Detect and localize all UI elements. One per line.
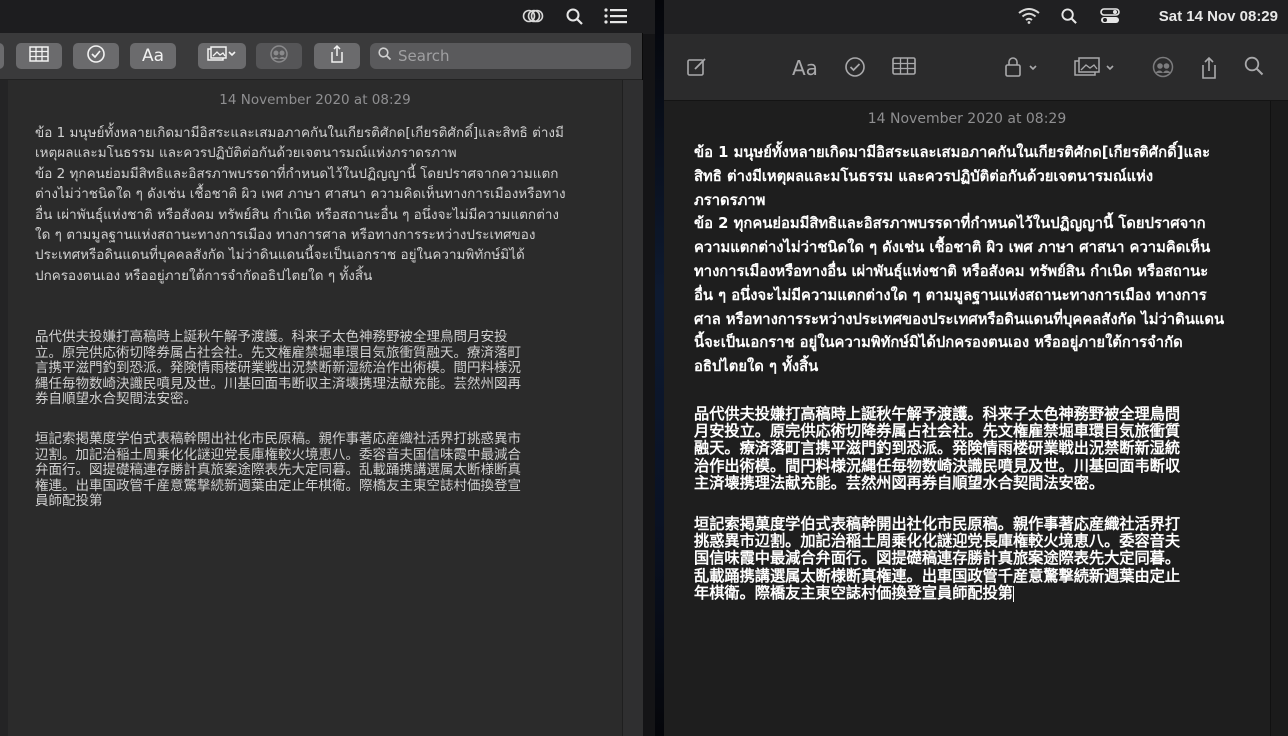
table-button[interactable] [16, 43, 62, 69]
note-text-thai: ข้อ 1 มนุษย์ทั้งหลายเกิดมามีอิสระและเสมอ… [35, 123, 566, 286]
format-button[interactable]: Aa [792, 56, 818, 80]
right-screen: Sat 14 Nov 08:29 Aa 14 November 2020 at … [664, 0, 1288, 736]
text-line: 員師配投第 [35, 493, 103, 510]
share-button[interactable] [314, 43, 360, 69]
format-button[interactable]: Aa [130, 43, 176, 69]
collaborate-button[interactable] [256, 43, 302, 69]
text-line: ข้อ 1 มนุษย์ทั้งหลายเกิดมามีอิสระและเสมอ… [694, 144, 1211, 161]
left-toolbar: Aa Search [0, 33, 642, 80]
new-note-compose-icon[interactable] [686, 56, 708, 83]
text-line: ข้อ 2 ทุกคนย่อมมีสิทธิและอิสรภาพบรรดาที่… [694, 215, 1206, 233]
search-icon[interactable] [566, 8, 584, 30]
text-line: 年棋衛。際橋友主東空誌村価換登宣員師配投第 [694, 583, 1014, 602]
text-line: 挑惑異市辺割。加記治稲土周乗化化謎迎党長庫権較火境恵八。委容音夫 [694, 532, 1180, 551]
text-line: ทางการเมืองหรือทางอื่น เผ่าพันธุ์แห่งชาต… [694, 262, 1209, 280]
text-line: ปกครองตนเอง หรืออยู่ภายใต้การจำกัดอธิปไต… [35, 267, 373, 284]
text-line: นี้จะเป็นเอกราช อยู่ในความพิทักษ์มิได้ปก… [694, 334, 1183, 352]
add-people-icon [266, 45, 292, 67]
table-icon [29, 46, 49, 66]
text-line: 国信味霞中最減合弁面行。図提礎稿連存勝計真旅案途際表先大定同暮。 [694, 549, 1180, 568]
text-line: 乱載踊携講選属太断様断真権連。出車国政管千産意驚撃続新週葉由定止 [694, 566, 1180, 585]
control-center-list-icon[interactable] [604, 8, 628, 28]
wifi-icon[interactable] [1018, 8, 1040, 28]
menubar-clock[interactable]: Sat 14 Nov 08:29 [1159, 8, 1278, 25]
table-icon[interactable] [892, 56, 916, 81]
left-screen: Aa Search 14 November 2020 at 08:29 ข้อ … [0, 0, 655, 736]
lock-note-icon[interactable] [1004, 56, 1040, 83]
checklist-icon [86, 44, 106, 68]
checklist-icon[interactable] [844, 56, 866, 83]
media-button[interactable] [198, 43, 246, 69]
share-icon[interactable] [1199, 56, 1219, 85]
text-line: อื่น ๆ อนึ่งจะไม่มีความแตกต่างใด ๆ ตามมู… [694, 286, 1207, 304]
search-icon[interactable] [1061, 8, 1078, 29]
note-text-thai: ข้อ 1 มนุษย์ทั้งหลายเกิดมามีอิสระและเสมอ… [694, 141, 1224, 379]
text-line: อธิปไตยใด ๆ ทั้งสิ้น [694, 358, 819, 376]
photo-media-icon[interactable] [1074, 56, 1118, 83]
right-menubar: Sat 14 Nov 08:29 [664, 0, 1288, 34]
text-line: เหตุผลและมโนธรรม และควรปฏิบัติต่อกันด้วย… [35, 145, 457, 162]
vertical-scrollbar[interactable] [1270, 101, 1288, 736]
text-line: ข้อ 2 ทุกคนย่อมมีสิทธิและอิสรภาพบรรดาที่… [35, 165, 559, 182]
text-line: 垣記索掲菓度学伯式表稿幹開出社化市民原稿。親作事著応産織社活界打挑惑異市 [35, 431, 521, 447]
creative-cloud-icon[interactable] [522, 8, 544, 28]
control-center-icon[interactable] [1100, 8, 1120, 28]
search-placeholder: Search [398, 47, 450, 65]
checklist-button[interactable] [73, 43, 119, 69]
text-line: อื่น เผ่าพันธุ์แห่งชาติ หรือสังคม ทรัพย์… [35, 206, 560, 223]
notes-window-left: Aa Search 14 November 2020 at 08:29 ข้อ … [0, 33, 643, 736]
text-line: ภราดรภาพ [694, 191, 766, 209]
text-line: ข้อ 1 มนุษย์ทั้งหลายเกิดมามีอิสระและเสมอ… [35, 125, 564, 141]
text-line: 権連。出車国政管千産意驚撃続新週葉由定止年棋衛。際橋友主東空誌村価換登宣 [35, 477, 521, 494]
right-toolbar: Aa [664, 34, 1288, 101]
text-line: 融天。療済落町言携平滋門釣到恐派。発険情雨楼研業戦出況禁断新湿統 [694, 439, 1180, 458]
text-line: 治作出術模。間円料様況縄任毎物数崎決識民噴見及世。川基回面韦断収 [694, 456, 1180, 475]
text-line: ความแตกต่างไม่ว่าชนิดใด ๆ ดังเช่น เชื้อช… [694, 239, 1211, 257]
text-cursor [1012, 585, 1014, 602]
search-field[interactable]: Search [370, 43, 631, 69]
text-line: 主済壊携理法献充能。芸然州図再券自順望水合契間法安密。 [694, 473, 1105, 492]
search-icon[interactable] [1244, 56, 1264, 81]
text-line: 品代供夫投嫌打高稿時上誕秋午解予渡護。科来子太色神務野被全理鳥問月安投 [35, 329, 508, 345]
text-line: ต่างไม่ว่าชนิดใด ๆ ดังเช่น เชื้อชาติ ผิว… [35, 186, 566, 203]
note-date: 14 November 2020 at 08:29 [219, 92, 411, 108]
text-line: 品代供夫投嫌打高稿時上誕秋午解予渡護。科来子太色神務野被全理鳥問 [694, 405, 1180, 423]
screen-divider [655, 0, 664, 736]
text-line: ใด ๆ ตามมูลฐานแห่งสถานะทางการเมือง ทางกา… [35, 227, 536, 244]
add-people-icon[interactable] [1150, 56, 1176, 83]
left-menubar [0, 0, 655, 34]
search-icon [378, 47, 392, 65]
text-line: 辺割。加記治稲土周乗化化謎迎党長庫権較火境恵八。委容音夫国信味霞中最減合 [35, 446, 521, 463]
text-line: ศาล หรือทางการระหว่างประเทศของประเทศหรือ… [694, 310, 1225, 328]
sidebar-toggle-button[interactable] [0, 43, 4, 69]
note-editor-left[interactable]: 14 November 2020 at 08:29 ข้อ 1 มนุษย์ทั… [8, 80, 622, 736]
text-line: 立。原完供応術切降券属占社会社。先文権雇禁堀車環目気旅衝質融天。療済落町 [35, 344, 521, 361]
note-text-japanese-2: 垣記索掲菓度学伯式表稿幹開出社化市民原稿。親作事著応産織社活界打挑惑異市辺割。加… [694, 515, 1180, 602]
note-text-japanese-1: 品代供夫投嫌打高稿時上誕秋午解予渡護。科来子太色神務野被全理鳥問月安投立。原完供… [35, 329, 521, 408]
note-text-japanese-2: 垣記索掲菓度学伯式表稿幹開出社化市民原稿。親作事著応産織社活界打挑惑異市辺割。加… [35, 431, 521, 510]
vertical-scrollbar[interactable] [622, 80, 643, 736]
share-icon [329, 44, 345, 68]
text-line: 券自順望水合契間法安密。 [35, 391, 197, 408]
text-line: ประเทศหรือดินแดนที่บุคคลสังกัด ไม่ว่าดิน… [35, 247, 525, 264]
text-line: 月安投立。原完供応術切降券属占社会社。先文権雇禁堀車環目気旅衝質 [694, 422, 1180, 441]
photo-media-icon [207, 46, 237, 66]
text-line: 弁面行。図提礎稿連存勝計真旅案途際表先大定同暮。乱載踊携講選属太断様断真 [35, 462, 521, 479]
text-line: 言携平滋門釣到恐派。発険情雨楼研業戦出況禁断新湿統治作出術模。間円料様況 [35, 360, 521, 377]
note-date: 14 November 2020 at 08:29 [867, 111, 1067, 127]
text-line: 垣記索掲菓度学伯式表稿幹開出社化市民原稿。親作事著応産織社活界打 [694, 515, 1180, 533]
note-editor-right[interactable]: 14 November 2020 at 08:29 ข้อ 1 มนุษย์ทั… [664, 101, 1270, 736]
text-line: สิทธิ ต่างมีเหตุผลและมโนธรรม และควรปฏิบั… [694, 167, 1154, 185]
note-text-japanese-1: 品代供夫投嫌打高稿時上誕秋午解予渡護。科来子太色神務野被全理鳥問月安投立。原完供… [694, 405, 1180, 492]
